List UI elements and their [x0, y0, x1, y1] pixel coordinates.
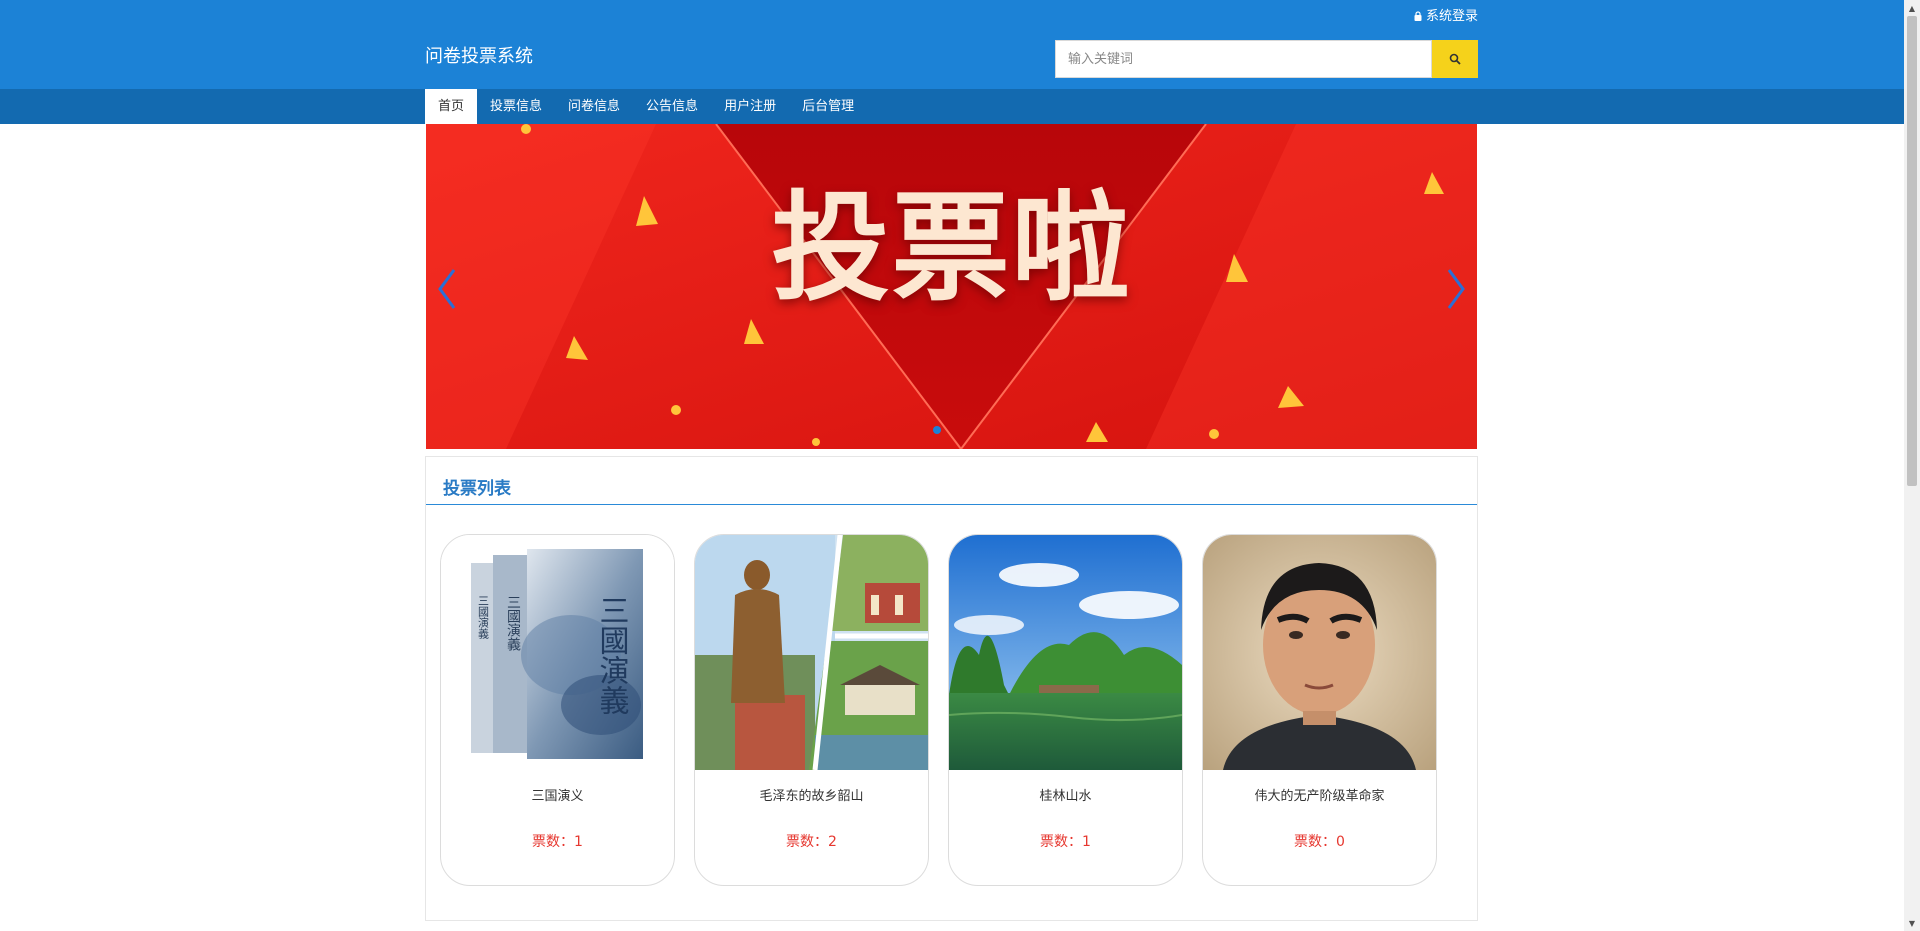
search-icon [1449, 53, 1461, 65]
svg-text:三國演義: 三國演義 [477, 595, 490, 639]
nav-item-admin[interactable]: 后台管理 [789, 89, 867, 124]
search-bar [1055, 40, 1478, 78]
scroll-up-arrow-icon[interactable]: ▲ [1904, 0, 1920, 16]
card-title[interactable]: 三国演义 [441, 785, 674, 804]
landscape-image [949, 535, 1182, 770]
nav-item-votes[interactable]: 投票信息 [477, 89, 555, 124]
card-image[interactable] [695, 535, 928, 770]
card-vote-count: 票数：2 [786, 834, 837, 850]
vote-card[interactable]: 桂林山水 票数：1 [948, 534, 1183, 886]
top-header [0, 0, 1904, 89]
page-scrollbar[interactable]: ▲ ▼ [1904, 0, 1920, 931]
card-image[interactable]: 三國演義 三國演義 三國演義 [441, 535, 674, 770]
panel-header: 投票列表 [426, 457, 1477, 505]
carousel-dot[interactable] [933, 426, 941, 434]
login-label: 系统登录 [1426, 9, 1479, 24]
svg-text:三國演義: 三國演義 [505, 595, 521, 651]
banner-title: 投票啦 [771, 179, 1132, 317]
statue-collage-image [695, 535, 928, 770]
nav-item-announcements[interactable]: 公告信息 [633, 89, 711, 124]
carousel-prev-button[interactable] [432, 264, 462, 314]
scroll-thumb[interactable] [1907, 16, 1917, 486]
main-nav: 首页 投票信息 问卷信息 公告信息 用户注册 后台管理 [425, 89, 867, 124]
svg-text:三國演義: 三國演義 [594, 595, 629, 715]
site-title[interactable]: 问卷投票系统 [425, 42, 533, 68]
chevron-right-icon [1447, 269, 1465, 309]
card-image[interactable] [1203, 535, 1436, 770]
book-cover-image: 三國演義 三國演義 三國演義 [441, 535, 674, 770]
portrait-image [1203, 535, 1436, 770]
vote-list-panel: 投票列表 三國演義 三國演義 三國演義 三国演义 票数：1 毛泽东的故乡韶山 票… [425, 456, 1478, 921]
card-title[interactable]: 毛泽东的故乡韶山 [695, 785, 928, 804]
card-title[interactable]: 桂林山水 [949, 785, 1182, 804]
lock-icon [1414, 10, 1422, 21]
card-vote-count: 票数：1 [1040, 834, 1091, 850]
card-vote-count: 票数：0 [1294, 834, 1345, 850]
nav-item-home[interactable]: 首页 [425, 89, 478, 124]
carousel-next-button[interactable] [1441, 264, 1471, 314]
card-image[interactable] [949, 535, 1182, 770]
search-input[interactable] [1055, 40, 1432, 78]
search-button[interactable] [1432, 40, 1478, 78]
card-title[interactable]: 伟大的无产阶级革命家 [1203, 785, 1436, 804]
card-vote-count: 票数：1 [532, 834, 583, 850]
vote-card[interactable]: 伟大的无产阶级革命家 票数：0 [1202, 534, 1437, 886]
nav-item-register[interactable]: 用户注册 [711, 89, 789, 124]
chevron-left-icon [438, 269, 456, 309]
banner-carousel[interactable]: 投票啦 [426, 124, 1477, 449]
vote-card[interactable]: 毛泽东的故乡韶山 票数：2 [694, 534, 929, 886]
vote-card[interactable]: 三國演義 三國演義 三國演義 三国演义 票数：1 [440, 534, 675, 886]
nav-bar [0, 89, 1904, 124]
scroll-down-arrow-icon[interactable]: ▼ [1904, 915, 1920, 931]
login-link[interactable]: 系统登录 [1414, 5, 1478, 24]
section-title: 投票列表 [443, 479, 511, 499]
nav-item-surveys[interactable]: 问卷信息 [555, 89, 633, 124]
